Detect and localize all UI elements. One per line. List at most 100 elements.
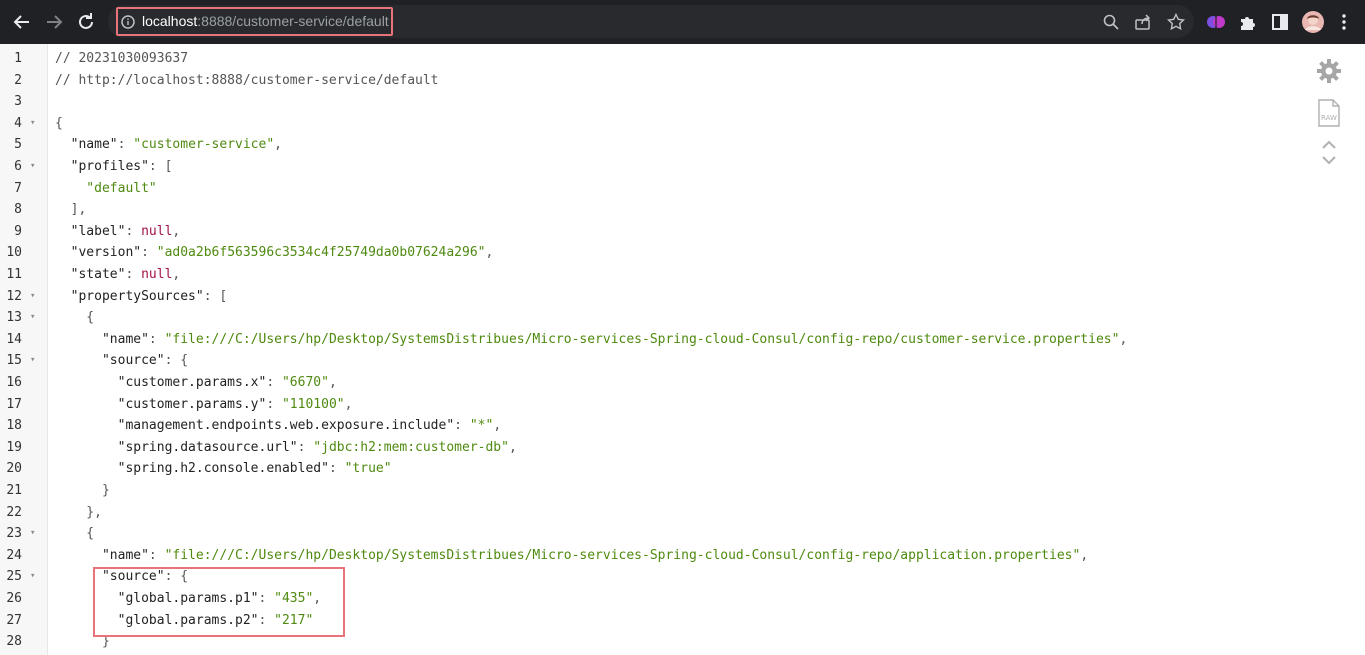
line-content: // 20231030093637 [55,48,188,69]
line-number: 22 [6,504,22,520]
json-string: "110100" [281,396,345,412]
reload-button[interactable] [74,10,98,34]
line-number: 13 [6,310,22,326]
code-line: 12 ▾ "propertySources": [ [0,286,1300,307]
json-punctuation: , [274,137,282,153]
line-content: "state": null, [55,264,181,285]
json-key: "customer.params.x" [55,375,267,390]
line-number: 24 [6,547,22,563]
json-comment: // 20231030093637 [55,51,189,66]
kebab-menu-icon[interactable] [1333,11,1355,33]
json-punctuation: , [1119,331,1128,347]
line-number: 5 [14,137,22,153]
settings-button[interactable] [1316,58,1342,88]
code-line: 4 ▾ { [0,113,1300,134]
brain-extension-icon[interactable] [1205,11,1227,33]
line-number: 21 [6,483,22,498]
line-content: "customer.params.x": "6670", [55,372,337,393]
fold-toggle-icon[interactable]: ▾ [30,156,35,177]
json-key: "management.endpoints.web.exposure.inclu… [55,418,455,434]
back-button[interactable] [10,10,34,34]
json-punctuation: : [125,223,142,239]
avatar[interactable] [1301,10,1325,34]
line-number: 3 [14,94,22,110]
share-icon[interactable] [1133,12,1153,32]
line-number: 23 [6,526,22,542]
json-punctuation: : [297,439,314,455]
svg-text:RAW: RAW [1321,114,1337,122]
zoom-icon[interactable] [1101,12,1121,32]
json-key: "state" [55,267,126,282]
url-text[interactable]: localhost:8888/customer-service/default [142,13,389,29]
json-punctuation: } [55,483,110,498]
fold-toggle-icon[interactable]: ▾ [30,113,35,134]
line-number: 17 [6,396,22,412]
star-icon[interactable] [1166,12,1186,32]
gear-icon [1317,59,1341,83]
json-punctuation: , [493,418,502,434]
json-null: null [141,223,173,239]
json-key: "name" [55,331,149,347]
json-punctuation: , [172,267,181,282]
code-line: 8 ], [0,199,1300,220]
json-punctuation: { [55,115,63,131]
json-key: "customer.params.y" [55,396,267,412]
raw-button[interactable]: RAW [1316,98,1342,132]
fold-toggle-icon[interactable]: ▾ [30,350,35,371]
chevron-down-icon [1322,156,1336,165]
line-number: 19 [6,439,22,455]
code-line: 22 }, [0,502,1300,523]
json-punctuation: : [328,461,345,477]
fold-toggle-icon[interactable]: ▾ [30,566,35,587]
json-punctuation: : [148,331,165,347]
code-line: 23 ▾ { [0,523,1300,544]
fold-toggle-icon[interactable]: ▾ [30,307,35,328]
code-line: 10 "version": "ad0a2b6f563596c3534c4f257… [0,242,1300,263]
json-punctuation: : [125,267,142,282]
line-number: 26 [6,591,22,606]
line-content: ], [55,199,87,220]
line-number: 20 [6,461,22,477]
line-number: 28 [6,634,22,650]
json-punctuation: ], [55,202,87,218]
json-punctuation: , [328,375,337,390]
json-punctuation: , [344,396,353,412]
json-punctuation: , [1080,547,1089,563]
info-icon[interactable] [118,12,138,32]
line-content: }, [55,502,102,523]
json-key: "name" [55,547,149,563]
line-content: "source": { [55,350,188,371]
json-key: "source" [55,353,165,369]
line-content: { [55,523,94,544]
url-path: :8888/customer-service/default [197,13,389,29]
json-key: "propertySources" [55,288,204,304]
line-number: 1 [14,51,22,66]
json-key: "spring.datasource.url" [55,439,298,455]
expand-button[interactable] [1320,152,1338,171]
forward-button[interactable] [42,10,66,34]
code-line: 19 "spring.datasource.url": "jdbc:h2:mem… [0,437,1300,458]
json-string: "customer-service" [133,137,275,153]
line-number: 7 [14,180,22,196]
line-number: 12 [6,288,22,304]
code-line: 17 "customer.params.y": "110100", [0,394,1300,415]
side-panel-icon[interactable] [1269,11,1291,33]
line-content: "version": "ad0a2b6f563596c3534c4f25749d… [55,242,494,263]
json-punctuation: : [ [148,159,173,174]
line-content: "management.endpoints.web.exposure.inclu… [55,415,502,436]
fold-toggle-icon[interactable]: ▾ [30,286,35,307]
json-punctuation: : [454,418,470,434]
code-line: 20 "spring.h2.console.enabled": "true" [0,458,1300,479]
line-number: 9 [14,223,22,239]
line-content: { [55,307,94,328]
line-content: "propertySources": [ [55,286,228,307]
json-punctuation: : [ [203,288,228,304]
json-punctuation: { [55,526,95,542]
code-line: 2 // http://localhost:8888/customer-servi… [0,70,1300,91]
fold-toggle-icon[interactable]: ▾ [30,523,35,544]
line-number: 27 [6,612,22,628]
json-string: "ad0a2b6f563596c3534c4f25749da0b07624a29… [156,245,486,261]
puzzle-icon[interactable] [1237,11,1259,33]
line-content: { [55,113,63,134]
line-number: 11 [6,267,22,282]
